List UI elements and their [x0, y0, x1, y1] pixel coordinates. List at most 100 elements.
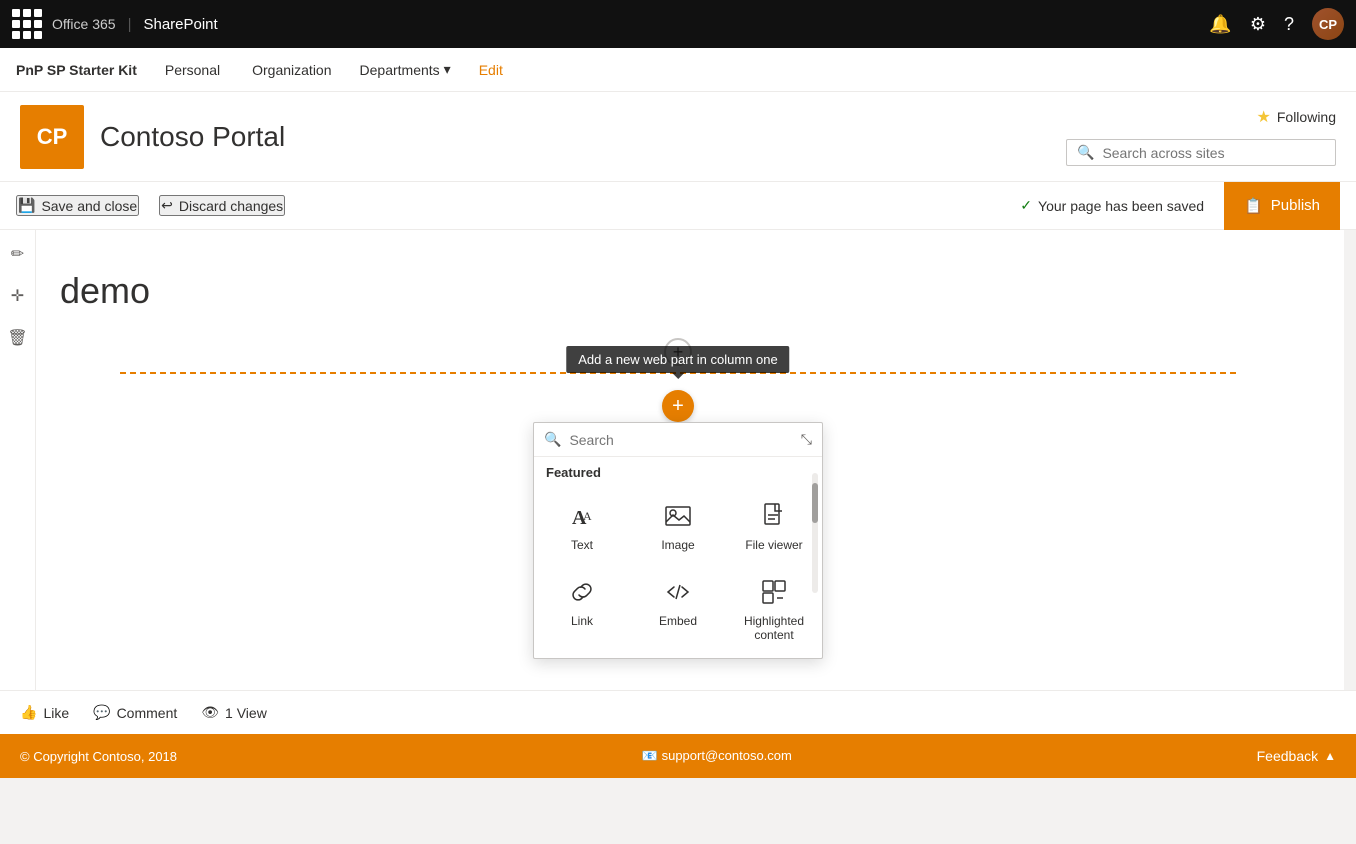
like-icon: 👍 — [20, 704, 37, 721]
nav-separator: | — [128, 16, 132, 33]
star-icon: ★ — [1257, 107, 1271, 127]
publish-icon: 📋 — [1244, 197, 1263, 215]
save-status: ✓ Your page has been saved — [1020, 197, 1204, 214]
site-footer: © Copyright Contoso, 2018 📧 support@cont… — [0, 734, 1356, 778]
nav-personal[interactable]: Personal — [161, 62, 224, 78]
support-email: 📧 support@contoso.com — [642, 748, 792, 764]
discard-button[interactable]: ↩ Discard changes — [159, 195, 285, 216]
picker-item-embed[interactable]: Embed — [630, 564, 726, 654]
chevron-down-icon: ▾ — [444, 61, 451, 78]
comment-button[interactable]: 💬 Comment — [93, 704, 177, 721]
expand-icon[interactable]: ⤡ — [801, 431, 812, 448]
highlighted-content-icon — [760, 576, 788, 608]
nav-organization[interactable]: Organization — [248, 62, 335, 78]
waffle-menu[interactable] — [12, 9, 42, 39]
search-input[interactable] — [1102, 145, 1325, 161]
edit-toolbar: 💾 Save and close ↩ Discard changes ✓ You… — [0, 182, 1356, 230]
save-close-button[interactable]: 💾 Save and close — [16, 195, 139, 216]
add-section-top: + — [60, 332, 1296, 372]
edit-tool-icon[interactable]: ✏ — [4, 240, 32, 268]
main-layout: ✏ ✛ 🗑 demo + Add a new web part in colum… — [0, 230, 1356, 690]
save-status-text: Your page has been saved — [1038, 198, 1204, 214]
add-section-button-top[interactable]: + — [664, 338, 692, 366]
text-item-label: Text — [571, 538, 593, 552]
logo-text: CP — [37, 124, 68, 150]
office-label: Office 365 — [52, 16, 116, 32]
feedback-button[interactable]: Feedback ▲ — [1257, 748, 1336, 764]
discard-label: Discard changes — [179, 198, 283, 214]
webpart-picker: 🔍 ⤡ Featured A A — [533, 422, 823, 659]
file-viewer-icon — [760, 500, 788, 532]
picker-featured-label: Featured — [534, 457, 822, 484]
nav-departments-label: Departments — [360, 62, 440, 78]
comment-icon: 💬 — [93, 704, 110, 721]
embed-item-label: Embed — [659, 614, 697, 628]
image-icon — [664, 500, 692, 532]
picker-search-row: 🔍 ⤡ — [534, 423, 822, 457]
avatar-initials: CP — [1312, 8, 1344, 40]
help-icon[interactable]: ? — [1284, 14, 1294, 35]
picker-search-icon: 🔍 — [544, 431, 561, 448]
delete-tool-icon[interactable]: 🗑 — [4, 324, 32, 352]
portal-header-actions: ★ Following 🔍 — [1066, 107, 1336, 166]
comment-label: Comment — [117, 705, 178, 721]
picker-item-text[interactable]: A A Text — [534, 488, 630, 564]
text-icon: A A — [568, 500, 596, 532]
search-bar[interactable]: 🔍 — [1066, 139, 1336, 166]
copyright-text: © Copyright Contoso, 2018 — [20, 749, 177, 764]
image-item-label: Image — [661, 538, 694, 552]
add-webpart-button[interactable]: + — [662, 390, 694, 422]
save-icon: 💾 — [18, 197, 35, 214]
portal-title: Contoso Portal — [100, 121, 285, 153]
site-name: PnP SP Starter Kit — [16, 62, 137, 78]
office-badge: Office 365 | SharePoint — [52, 16, 218, 33]
page-scrollbar[interactable] — [1344, 230, 1356, 690]
save-label: Save and close — [41, 198, 137, 214]
feedback-chevron-icon: ▲ — [1324, 749, 1336, 763]
top-nav-right: 🔔 ⚙ ? CP — [1209, 8, 1344, 40]
content-area: demo + Add a new web part in column one … — [0, 230, 1356, 690]
picker-item-file-viewer[interactable]: File viewer — [726, 488, 822, 564]
site-logo: CP — [20, 105, 84, 169]
picker-item-link[interactable]: Link — [534, 564, 630, 654]
search-icon: 🔍 — [1077, 144, 1094, 161]
highlighted-item-label: Highlighted content — [734, 614, 814, 642]
views-button[interactable]: 👁 1 View — [201, 704, 267, 721]
link-icon — [568, 576, 596, 608]
move-tool-icon[interactable]: ✛ — [4, 282, 32, 310]
second-navigation: PnP SP Starter Kit Personal Organization… — [0, 48, 1356, 92]
section-divider — [120, 372, 1236, 374]
feedback-label: Feedback — [1257, 748, 1318, 764]
top-navigation: Office 365 | SharePoint 🔔 ⚙ ? CP — [0, 0, 1356, 48]
notification-icon[interactable]: 🔔 — [1209, 14, 1231, 35]
picker-grid: A A Text — [534, 484, 822, 658]
picker-item-image[interactable]: Image — [630, 488, 726, 564]
embed-icon — [664, 576, 692, 608]
avatar[interactable]: CP — [1312, 8, 1344, 40]
sharepoint-label: SharePoint — [143, 16, 217, 33]
page-title: demo — [60, 270, 1296, 312]
page-footer: 👍 Like 💬 Comment 👁 1 View — [0, 690, 1356, 734]
settings-icon[interactable]: ⚙ — [1250, 14, 1266, 35]
left-toolbar: ✏ ✛ 🗑 — [0, 230, 36, 690]
picker-scrollbar-thumb — [812, 483, 818, 523]
file-viewer-item-label: File viewer — [745, 538, 802, 552]
picker-item-highlighted[interactable]: Highlighted content — [726, 564, 822, 654]
svg-text:A: A — [583, 509, 592, 523]
nav-edit[interactable]: Edit — [475, 62, 507, 78]
publish-button[interactable]: 📋 Publish — [1224, 182, 1340, 230]
portal-header: CP Contoso Portal ★ Following 🔍 — [0, 92, 1356, 182]
like-label: Like — [43, 705, 69, 721]
link-item-label: Link — [571, 614, 593, 628]
views-icon: 👁 — [201, 704, 219, 721]
following-button[interactable]: ★ Following — [1257, 107, 1336, 127]
nav-departments[interactable]: Departments ▾ — [360, 61, 451, 78]
publish-label: Publish — [1271, 197, 1320, 214]
add-webpart-area: Add a new web part in column one + 🔍 ⤡ F… — [60, 382, 1296, 430]
like-button[interactable]: 👍 Like — [20, 704, 69, 721]
page-content: demo + Add a new web part in column one … — [0, 230, 1356, 690]
views-label: 1 View — [225, 705, 267, 721]
picker-search-input[interactable] — [569, 432, 792, 448]
following-label: Following — [1277, 109, 1336, 125]
picker-scrollbar[interactable] — [812, 473, 818, 593]
